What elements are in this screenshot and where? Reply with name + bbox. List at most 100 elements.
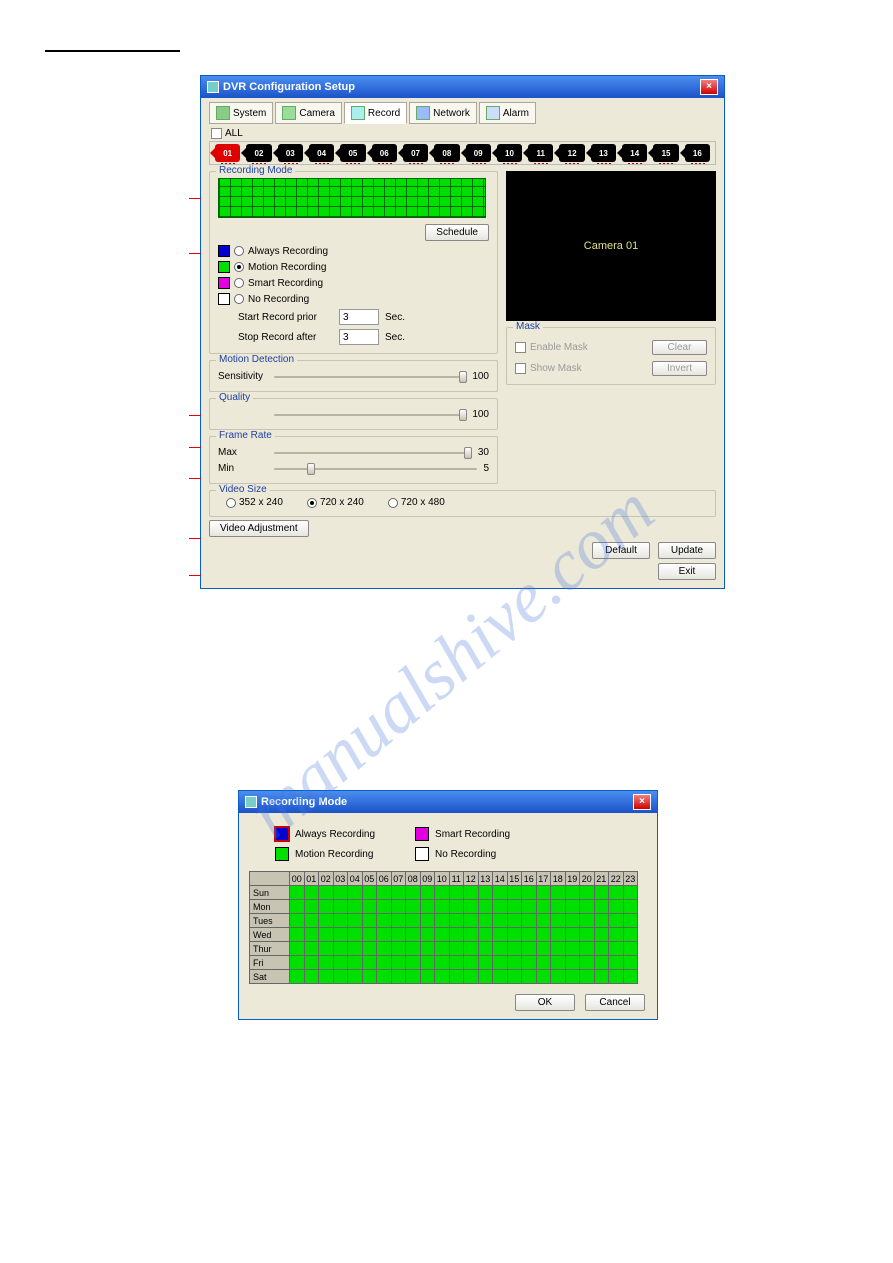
schedule-cell[interactable] (420, 970, 435, 984)
schedule-cell[interactable] (304, 928, 319, 942)
schedule-cell[interactable] (551, 914, 566, 928)
schedule-cell[interactable] (594, 900, 609, 914)
schedule-cell[interactable] (362, 956, 377, 970)
titlebar[interactable]: Recording Mode × (239, 791, 657, 813)
max-value[interactable]: 30 (478, 447, 489, 458)
schedule-cell[interactable] (609, 970, 624, 984)
schedule-cell[interactable] (362, 928, 377, 942)
schedule-cell[interactable] (493, 942, 508, 956)
cancel-button[interactable]: Cancel (585, 994, 645, 1011)
schedule-cell[interactable] (377, 956, 392, 970)
schedule-cell[interactable] (333, 900, 348, 914)
schedule-cell[interactable] (333, 970, 348, 984)
schedule-cell[interactable] (623, 886, 638, 900)
schedule-table[interactable]: 0001020304050607080910111213141516171819… (249, 871, 638, 984)
schedule-button[interactable]: Schedule (425, 224, 489, 241)
smart-radio[interactable] (234, 278, 244, 288)
schedule-cell[interactable] (536, 942, 551, 956)
smart-color-swatch[interactable] (415, 827, 429, 841)
close-button[interactable]: × (700, 79, 718, 95)
schedule-cell[interactable] (406, 900, 421, 914)
exit-button[interactable]: Exit (658, 563, 716, 580)
schedule-cell[interactable] (391, 928, 406, 942)
schedule-cell[interactable] (594, 956, 609, 970)
schedule-cell[interactable] (362, 914, 377, 928)
schedule-cell[interactable] (623, 928, 638, 942)
schedule-cell[interactable] (464, 942, 479, 956)
schedule-cell[interactable] (522, 970, 537, 984)
schedule-cell[interactable] (536, 956, 551, 970)
schedule-cell[interactable] (507, 914, 522, 928)
tab-alarm[interactable]: Alarm (479, 102, 536, 124)
schedule-cell[interactable] (623, 970, 638, 984)
schedule-cell[interactable] (609, 928, 624, 942)
video-adjustment-button[interactable]: Video Adjustment (209, 520, 309, 537)
schedule-cell[interactable] (522, 928, 537, 942)
schedule-cell[interactable] (464, 970, 479, 984)
camera-chip-09[interactable]: 09 (466, 144, 491, 162)
schedule-cell[interactable] (435, 970, 450, 984)
schedule-cell[interactable] (319, 970, 334, 984)
schedule-cell[interactable] (304, 900, 319, 914)
clear-button[interactable]: Clear (652, 340, 707, 355)
schedule-cell[interactable] (449, 914, 464, 928)
schedule-cell[interactable] (464, 956, 479, 970)
schedule-cell[interactable] (348, 914, 363, 928)
schedule-cell[interactable] (507, 886, 522, 900)
schedule-cell[interactable] (609, 900, 624, 914)
schedule-cell[interactable] (478, 886, 493, 900)
schedule-cell[interactable] (420, 928, 435, 942)
schedule-cell[interactable] (391, 942, 406, 956)
motion-color-swatch[interactable] (275, 847, 289, 861)
schedule-cell[interactable] (536, 914, 551, 928)
schedule-cell[interactable] (522, 956, 537, 970)
start-prior-input[interactable]: 3 (339, 309, 379, 325)
schedule-cell[interactable] (493, 914, 508, 928)
show-mask-checkbox[interactable] (515, 363, 526, 374)
schedule-cell[interactable] (290, 928, 305, 942)
schedule-cell[interactable] (290, 886, 305, 900)
invert-button[interactable]: Invert (652, 361, 707, 376)
schedule-cell[interactable] (551, 928, 566, 942)
schedule-cell[interactable] (565, 942, 580, 956)
always-color-swatch[interactable] (275, 827, 289, 841)
schedule-cell[interactable] (319, 928, 334, 942)
schedule-cell[interactable] (478, 900, 493, 914)
schedule-cell[interactable] (580, 886, 595, 900)
schedule-cell[interactable] (623, 942, 638, 956)
schedule-cell[interactable] (580, 928, 595, 942)
schedule-cell[interactable] (594, 886, 609, 900)
sensitivity-value[interactable]: 100 (472, 371, 489, 382)
max-slider[interactable] (274, 445, 472, 459)
schedule-cell[interactable] (507, 900, 522, 914)
schedule-cell[interactable] (348, 928, 363, 942)
schedule-cell[interactable] (449, 928, 464, 942)
camera-chip-10[interactable]: 10 (497, 144, 522, 162)
camera-chip-01[interactable]: 01 (215, 144, 240, 162)
schedule-cell[interactable] (536, 928, 551, 942)
vsize-720x480-radio[interactable] (388, 498, 398, 508)
schedule-cell[interactable] (348, 900, 363, 914)
camera-chip-16[interactable]: 16 (685, 144, 710, 162)
schedule-cell[interactable] (406, 956, 421, 970)
schedule-cell[interactable] (565, 900, 580, 914)
schedule-cell[interactable] (319, 886, 334, 900)
schedule-cell[interactable] (609, 886, 624, 900)
camera-chip-05[interactable]: 05 (340, 144, 365, 162)
schedule-cell[interactable] (536, 900, 551, 914)
schedule-cell[interactable] (464, 900, 479, 914)
schedule-cell[interactable] (580, 970, 595, 984)
schedule-cell[interactable] (551, 970, 566, 984)
schedule-cell[interactable] (377, 914, 392, 928)
schedule-cell[interactable] (464, 886, 479, 900)
schedule-cell[interactable] (391, 886, 406, 900)
schedule-cell[interactable] (449, 970, 464, 984)
schedule-cell[interactable] (319, 956, 334, 970)
schedule-cell[interactable] (493, 970, 508, 984)
always-radio[interactable] (234, 246, 244, 256)
camera-chip-04[interactable]: 04 (309, 144, 334, 162)
schedule-cell[interactable] (478, 956, 493, 970)
schedule-cell[interactable] (304, 886, 319, 900)
schedule-cell[interactable] (406, 914, 421, 928)
schedule-cell[interactable] (304, 956, 319, 970)
